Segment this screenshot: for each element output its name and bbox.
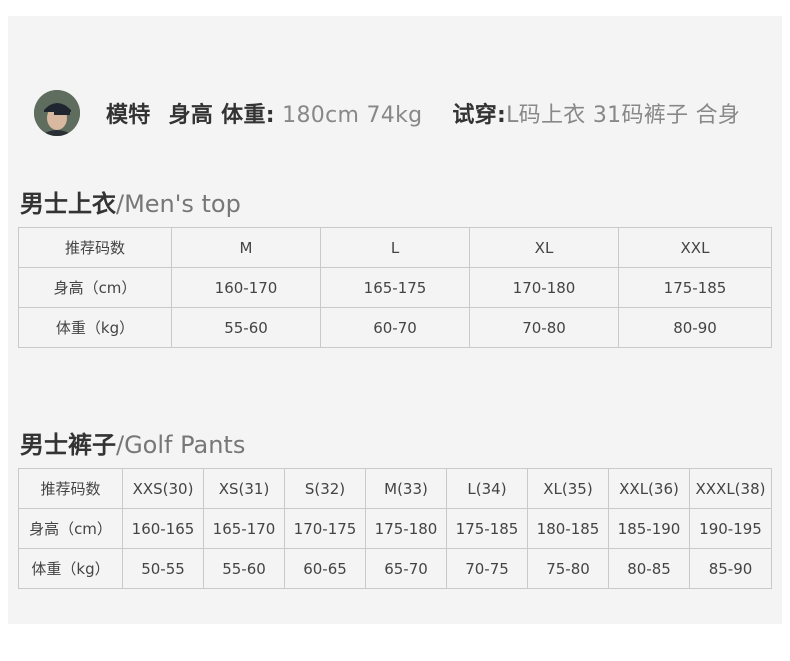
top-header-cell: 推荐码数 <box>18 227 172 268</box>
top-header-row: 推荐码数 M L XL XXL <box>18 227 772 268</box>
top-title-en: /Men's top <box>116 190 241 218</box>
pants-header-cell: M(33) <box>365 468 447 509</box>
table-cell: 55-60 <box>171 307 321 348</box>
pants-header-cell: L(34) <box>446 468 528 509</box>
table-cell: 55-60 <box>203 548 285 589</box>
model-avatar <box>34 90 80 136</box>
table-cell: 160-165 <box>122 508 204 549</box>
table-cell: 170-175 <box>284 508 366 549</box>
table-cell: 190-195 <box>689 508 772 549</box>
table-cell: 175-180 <box>365 508 447 549</box>
pants-header-row: 推荐码数 XXS(30) XS(31) S(32) M(33) L(34) XL… <box>18 468 772 509</box>
table-cell: 身高（cm） <box>18 267 172 308</box>
pants-header-cell: XS(31) <box>203 468 285 509</box>
pants-height-row: 身高（cm） 160-165 165-170 170-175 175-180 1… <box>18 508 772 549</box>
table-cell: 80-90 <box>618 307 772 348</box>
top-header-cell: M <box>171 227 321 268</box>
pants-title-en: /Golf Pants <box>116 431 246 459</box>
top-header-cell: XXL <box>618 227 772 268</box>
try-on-value: L码上衣 31码裤子 合身 <box>506 103 741 128</box>
table-cell: 50-55 <box>122 548 204 589</box>
table-cell: 165-170 <box>203 508 285 549</box>
table-cell: 身高（cm） <box>18 508 123 549</box>
top-height-row: 身高（cm） 160-170 165-175 170-180 175-185 <box>18 267 772 308</box>
pants-weight-row: 体重（kg） 50-55 55-60 60-65 65-70 70-75 75-… <box>18 548 772 589</box>
table-cell: 175-185 <box>618 267 772 308</box>
table-cell: 70-80 <box>469 307 619 348</box>
pants-header-cell: 推荐码数 <box>18 468 123 509</box>
top-header-cell: L <box>320 227 470 268</box>
height-weight-value: 180cm 74kg <box>282 103 423 128</box>
try-on-label: 试穿: <box>452 103 507 128</box>
table-cell: 体重（kg） <box>18 548 123 589</box>
table-cell: 80-85 <box>608 548 690 589</box>
top-weight-row: 体重（kg） 55-60 60-70 70-80 80-90 <box>18 307 772 348</box>
pants-header-cell: XXXL(38) <box>689 468 772 509</box>
pants-header-cell: XXS(30) <box>122 468 204 509</box>
size-chart-panel: 模特 身高 体重: 180cm 74kg 试穿:L码上衣 31码裤子 合身 男士上衣… <box>8 16 782 624</box>
top-section-title: 男士上衣/Men's top <box>20 184 241 219</box>
pants-header-cell: XL(35) <box>527 468 609 509</box>
pants-section-title: 男士裤子/Golf Pants <box>20 425 245 460</box>
table-cell: 75-80 <box>527 548 609 589</box>
table-cell: 175-185 <box>446 508 528 549</box>
model-info: 模特 身高 体重: 180cm 74kg 试穿:L码上衣 31码裤子 合身 <box>34 88 740 138</box>
model-label: 模特 <box>106 103 151 128</box>
table-cell: 185-190 <box>608 508 690 549</box>
pants-header-cell: XXL(36) <box>608 468 690 509</box>
pants-title-zh: 男士裤子 <box>20 431 116 459</box>
table-cell: 65-70 <box>365 548 447 589</box>
table-cell: 60-70 <box>320 307 470 348</box>
table-cell: 170-180 <box>469 267 619 308</box>
table-cell: 60-65 <box>284 548 366 589</box>
table-cell: 180-185 <box>527 508 609 549</box>
height-weight-label: 身高 体重: <box>168 103 275 128</box>
table-cell: 70-75 <box>446 548 528 589</box>
model-photo-icon <box>34 90 80 136</box>
table-cell: 160-170 <box>171 267 321 308</box>
pants-header-cell: S(32) <box>284 468 366 509</box>
top-header-cell: XL <box>469 227 619 268</box>
pants-size-table: 推荐码数 XXS(30) XS(31) S(32) M(33) L(34) XL… <box>18 468 772 589</box>
top-title-zh: 男士上衣 <box>20 190 116 218</box>
table-cell: 体重（kg） <box>18 307 172 348</box>
top-size-table: 推荐码数 M L XL XXL 身高（cm） 160-170 165-175 1… <box>18 227 772 348</box>
model-text: 模特 身高 体重: 180cm 74kg 试穿:L码上衣 31码裤子 合身 <box>106 97 740 129</box>
table-cell: 165-175 <box>320 267 470 308</box>
table-cell: 85-90 <box>689 548 772 589</box>
